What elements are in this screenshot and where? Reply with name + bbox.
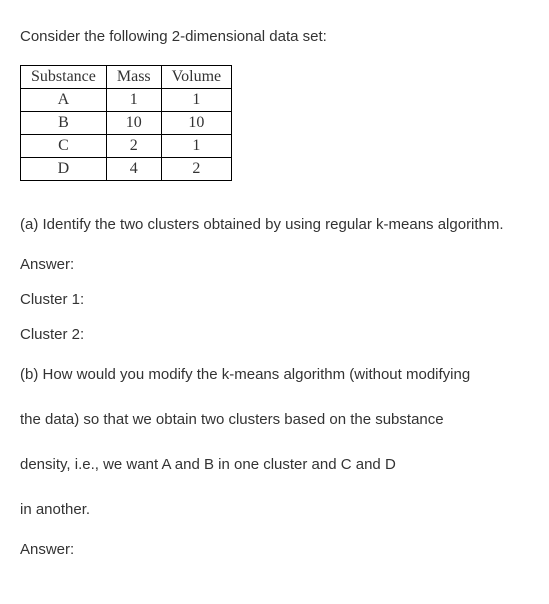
cell-volume: 1 bbox=[161, 135, 231, 158]
data-table: Substance Mass Volume A 1 1 B 10 10 C 2 … bbox=[20, 65, 232, 181]
header-volume: Volume bbox=[161, 66, 231, 89]
cell-mass: 2 bbox=[106, 135, 161, 158]
cell-substance: C bbox=[21, 135, 107, 158]
cell-substance: B bbox=[21, 112, 107, 135]
question-b-line4: in another. bbox=[20, 496, 529, 523]
question-b-line1: (b) How would you modify the k-means alg… bbox=[20, 361, 529, 388]
answer-label-a: Answer: bbox=[20, 256, 529, 273]
cell-mass: 4 bbox=[106, 158, 161, 181]
cell-volume: 10 bbox=[161, 112, 231, 135]
cell-mass: 10 bbox=[106, 112, 161, 135]
intro-text: Consider the following 2-dimensional dat… bbox=[20, 28, 529, 45]
cluster-2-label: Cluster 2: bbox=[20, 326, 529, 343]
cell-volume: 1 bbox=[161, 89, 231, 112]
question-b-line3: density, i.e., we want A and B in one cl… bbox=[20, 451, 529, 478]
cluster-1-label: Cluster 1: bbox=[20, 291, 529, 308]
question-b-line2: the data) so that we obtain two clusters… bbox=[20, 406, 529, 433]
question-a: (a) Identify the two clusters obtained b… bbox=[20, 211, 529, 238]
table-row: D 4 2 bbox=[21, 158, 232, 181]
answer-label-b: Answer: bbox=[20, 541, 529, 558]
header-substance: Substance bbox=[21, 66, 107, 89]
cell-volume: 2 bbox=[161, 158, 231, 181]
cell-substance: A bbox=[21, 89, 107, 112]
cell-mass: 1 bbox=[106, 89, 161, 112]
table-row: A 1 1 bbox=[21, 89, 232, 112]
cell-substance: D bbox=[21, 158, 107, 181]
table-row: B 10 10 bbox=[21, 112, 232, 135]
table-header-row: Substance Mass Volume bbox=[21, 66, 232, 89]
header-mass: Mass bbox=[106, 66, 161, 89]
table-row: C 2 1 bbox=[21, 135, 232, 158]
